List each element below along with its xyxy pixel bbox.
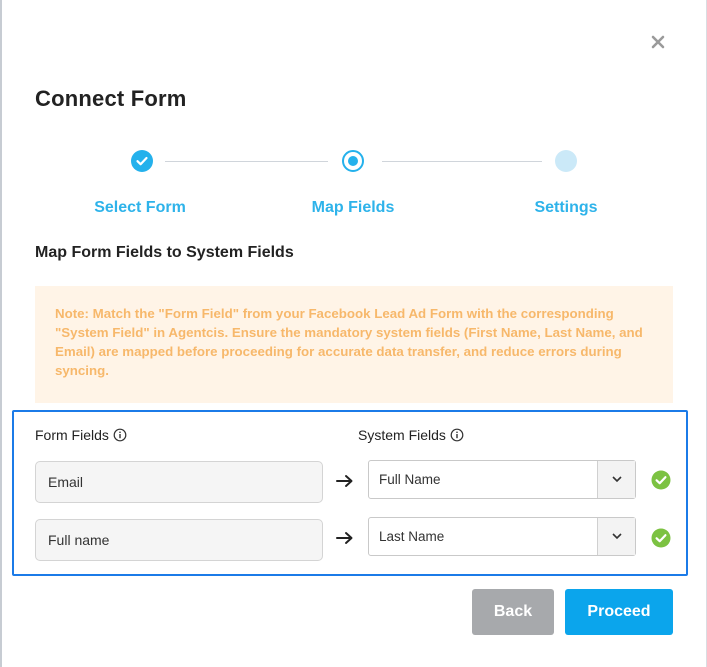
section-title: Map Form Fields to System Fields	[35, 244, 294, 261]
dialog-title: Connect Form	[35, 86, 187, 111]
step-label-map-fields[interactable]: Map Fields	[283, 199, 423, 217]
system-field-selected-value: Full Name	[379, 472, 441, 487]
chevron-down-icon[interactable]	[597, 461, 635, 498]
arrow-right-icon	[336, 532, 353, 544]
system-fields-header: System Fields	[358, 427, 464, 443]
step-label-settings[interactable]: Settings	[496, 199, 636, 217]
back-button[interactable]: Back	[472, 589, 554, 635]
stepper-connector	[165, 161, 328, 162]
note-text: Note: Match the "Form Field" from your F…	[55, 306, 643, 378]
info-icon[interactable]	[113, 428, 127, 442]
close-icon[interactable]	[649, 33, 667, 51]
system-field-select[interactable]: Last Name	[368, 517, 636, 556]
form-field-value: Email	[48, 474, 84, 490]
info-icon[interactable]	[450, 428, 464, 442]
chevron-down-icon[interactable]	[597, 518, 635, 555]
system-field-selected-value: Last Name	[379, 529, 445, 544]
form-fields-header: Form Fields	[35, 427, 127, 443]
system-fields-header-label: System Fields	[358, 427, 446, 443]
modal-left-edge	[0, 0, 2, 667]
form-field-input[interactable]: Full name	[35, 519, 323, 561]
system-field-select[interactable]: Full Name	[368, 460, 636, 499]
step-select-form-indicator	[131, 150, 153, 172]
step-map-fields-indicator	[342, 150, 364, 172]
arrow-right-icon	[336, 475, 353, 487]
connect-form-modal: Connect Form Select Form Map Fields Sett…	[0, 0, 707, 667]
check-icon	[136, 156, 148, 166]
form-field-value: Full name	[48, 532, 110, 548]
proceed-button[interactable]: Proceed	[565, 589, 673, 635]
note-banner: Note: Match the "Form Field" from your F…	[35, 286, 673, 403]
check-circle-icon	[651, 528, 671, 548]
step-label-select-form[interactable]: Select Form	[70, 199, 210, 217]
step-settings-indicator	[555, 150, 577, 172]
check-circle-icon	[651, 470, 671, 490]
form-field-input[interactable]: Email	[35, 461, 323, 503]
form-fields-header-label: Form Fields	[35, 427, 109, 443]
stepper-connector	[382, 161, 542, 162]
